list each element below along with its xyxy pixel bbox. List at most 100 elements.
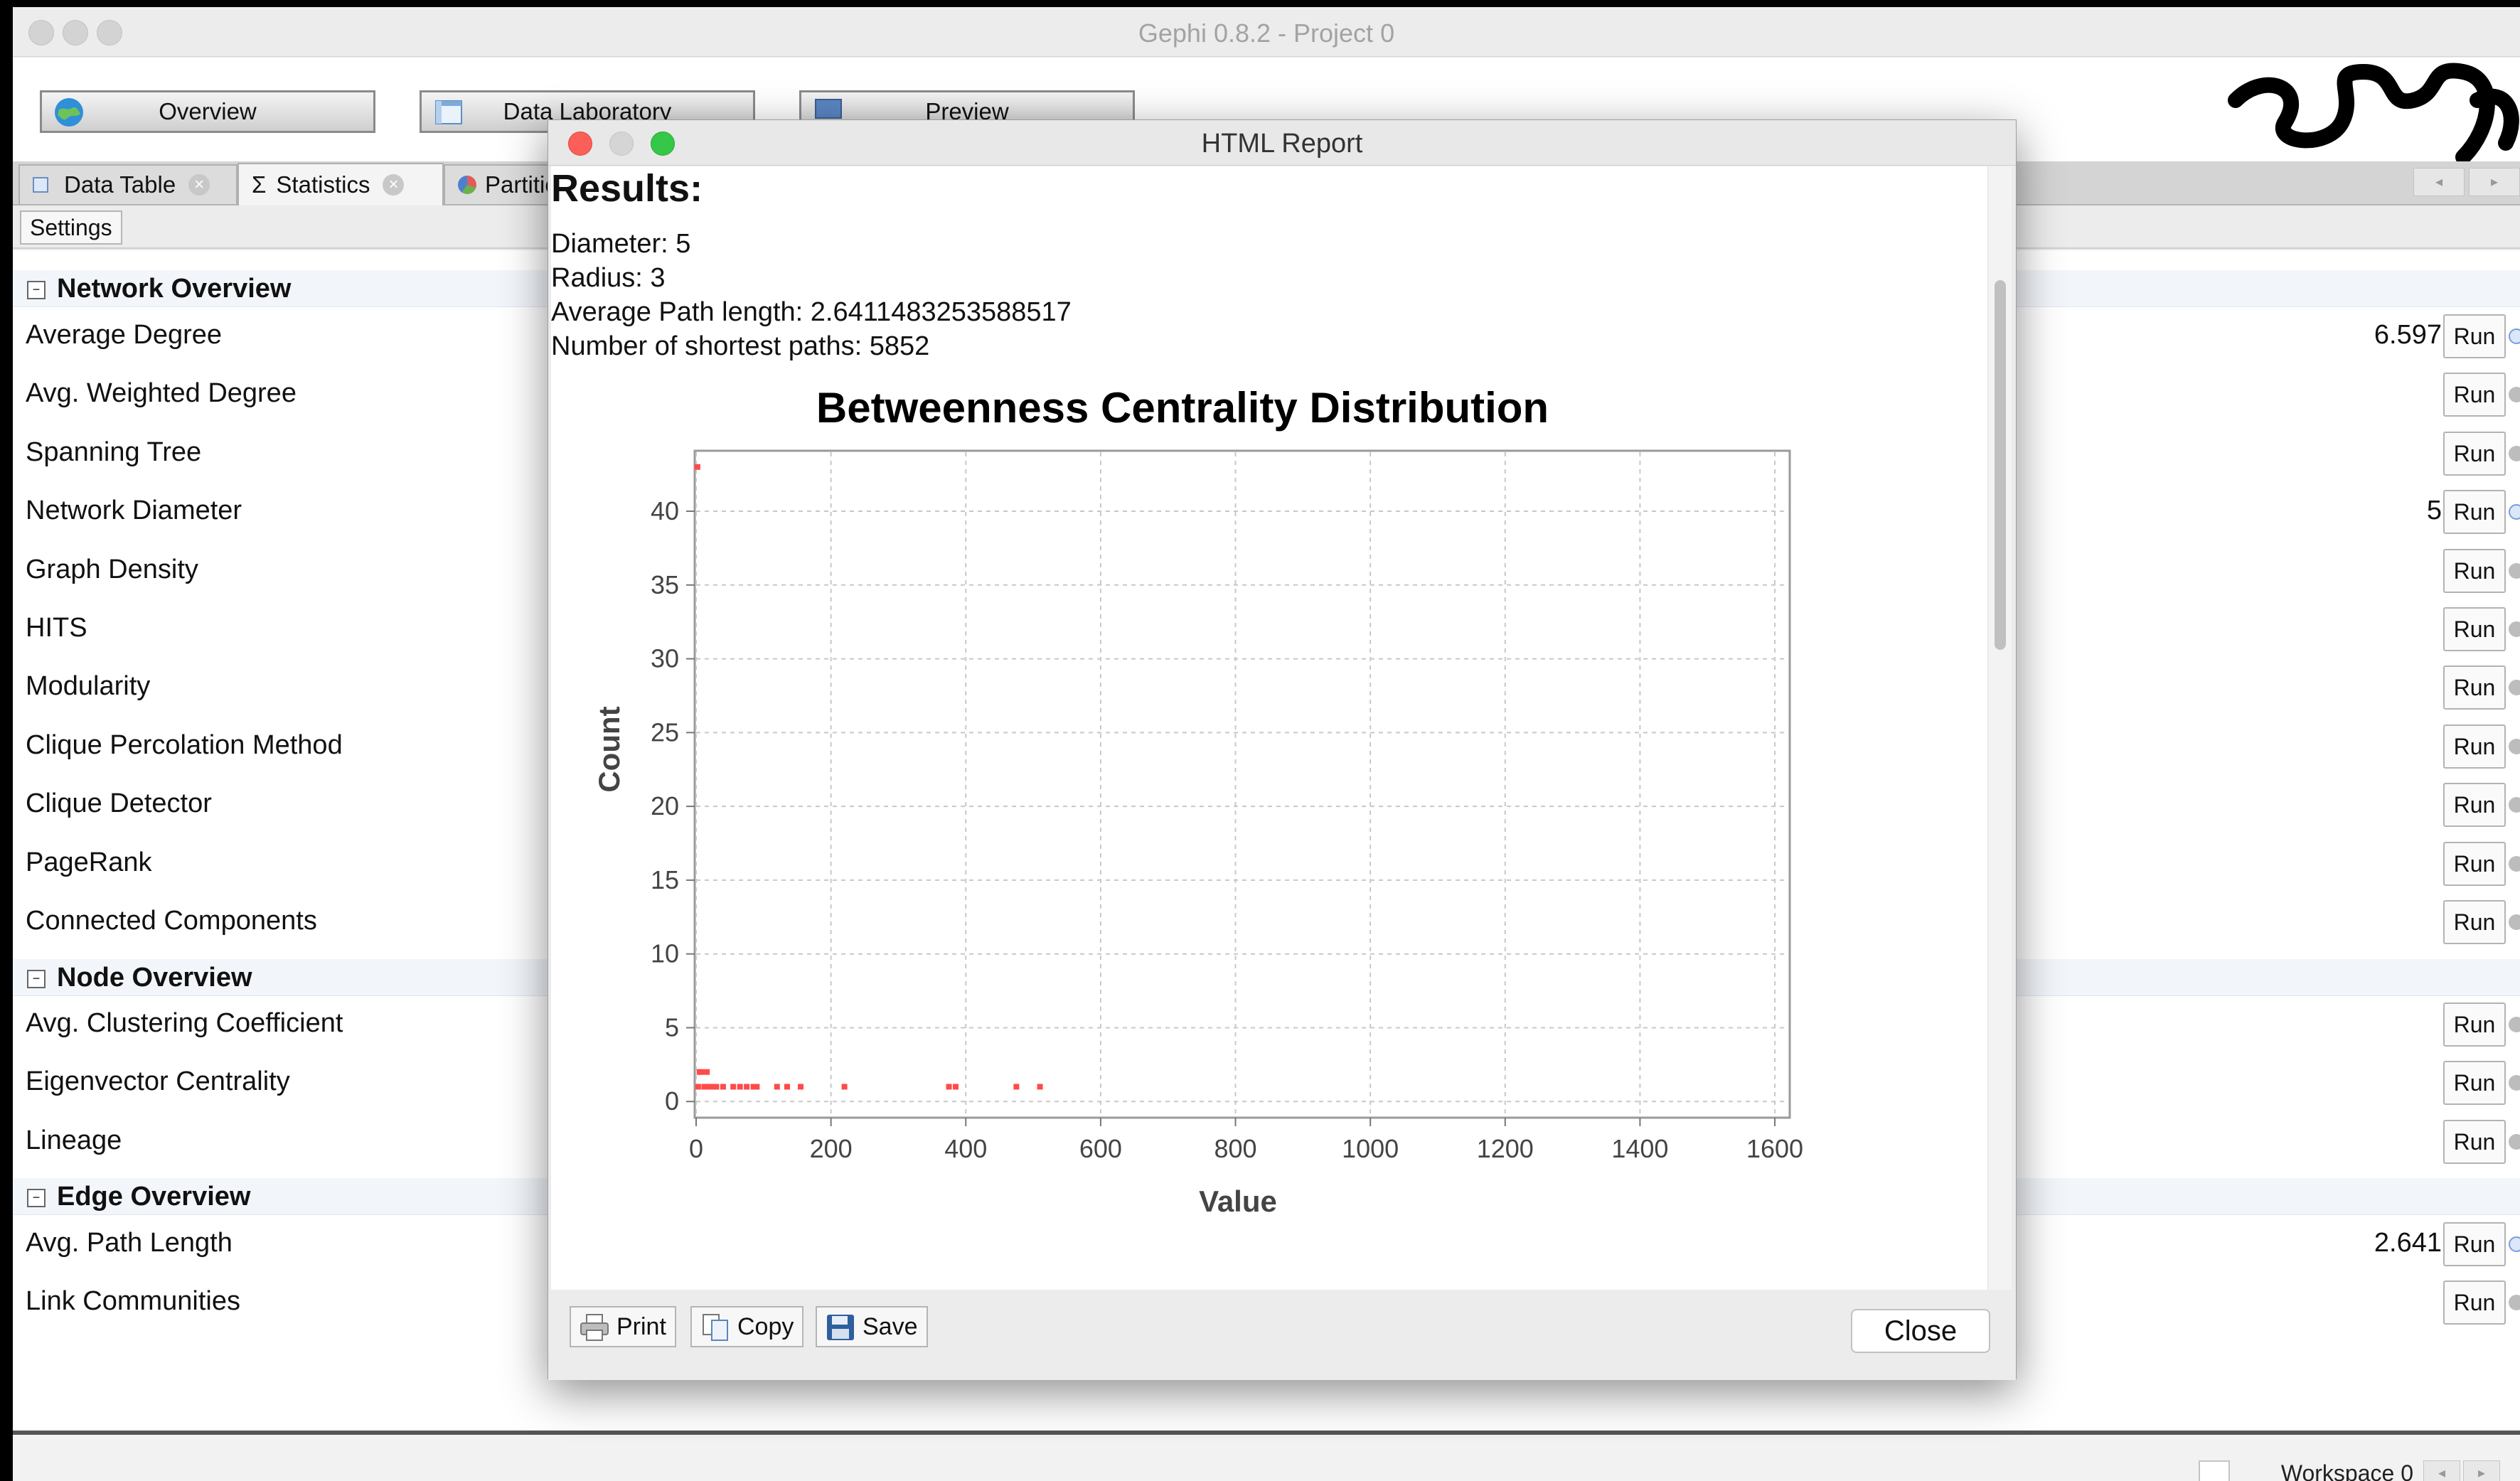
- collapse-icon[interactable]: −: [27, 1188, 46, 1207]
- y-tick-label: 25: [651, 717, 679, 747]
- data-point: [1013, 1084, 1020, 1090]
- run-button[interactable]: Run: [2443, 373, 2506, 417]
- chart-title: Betweenness Centrality Distribution: [816, 384, 1549, 432]
- dialog-title: HTML Report: [1201, 129, 1363, 159]
- statistic-name: HITS: [26, 613, 87, 643]
- status-dot-icon: [2509, 1075, 2520, 1091]
- floppy-disk-icon: [827, 1315, 854, 1340]
- edge-overview-label: Edge Overview: [57, 1182, 251, 1212]
- statistic-value: 6.597: [2374, 320, 2442, 350]
- copy-icon: [703, 1314, 728, 1341]
- data-point: [720, 1084, 726, 1090]
- prev-workspace-icon[interactable]: ◂: [2423, 1460, 2460, 1481]
- print-label: Print: [616, 1312, 666, 1340]
- window-titlebar: Gephi 0.8.2 - Project 0: [13, 7, 2520, 57]
- radius-text: Radius: 3: [551, 263, 666, 293]
- statistic-name: Clique Percolation Method: [26, 729, 343, 760]
- run-button[interactable]: Run: [2443, 1119, 2506, 1164]
- results-heading: Results:: [551, 167, 703, 210]
- run-button[interactable]: Run: [2443, 607, 2506, 651]
- data-point: [754, 1084, 760, 1090]
- scroll-thumb[interactable]: [1995, 280, 2006, 650]
- plot-area: [693, 449, 1791, 1119]
- next-workspace-icon[interactable]: ▸: [2463, 1460, 2500, 1481]
- info-icon[interactable]: [2509, 1236, 2520, 1252]
- x-tick-label: 800: [1214, 1134, 1256, 1163]
- status-bar: Workspace 0 ◂ ▸: [13, 1435, 2520, 1481]
- dialog-button-bar: Print Copy Save Close: [548, 1290, 2016, 1380]
- y-tick-label: 0: [665, 1086, 679, 1116]
- y-tick-label: 30: [651, 644, 679, 673]
- tab-data-table-label: Data Table: [64, 171, 176, 198]
- close-button[interactable]: Close: [1851, 1309, 1990, 1353]
- avg-path-length-text: Average Path length: 2.6411483253588517: [551, 297, 1072, 327]
- data-point: [695, 1084, 701, 1090]
- statistic-name: Graph Density: [26, 554, 198, 584]
- save-button[interactable]: Save: [816, 1306, 928, 1347]
- settings-button[interactable]: Settings: [20, 210, 122, 245]
- data-point: [744, 1084, 750, 1090]
- run-button[interactable]: Run: [2443, 1003, 2506, 1047]
- info-icon[interactable]: [2509, 328, 2520, 344]
- x-tick-label: 1600: [1746, 1134, 1803, 1163]
- print-button[interactable]: Print: [570, 1306, 676, 1347]
- tab-nav-arrows: ◂ ▸: [2413, 168, 2520, 196]
- tab-data-table[interactable]: Data Table ×: [18, 164, 237, 204]
- data-point: [841, 1084, 848, 1090]
- right-arrow-icon[interactable]: ▸: [2469, 168, 2520, 196]
- statistic-name: Average Degree: [26, 320, 223, 350]
- left-arrow-icon[interactable]: ◂: [2413, 168, 2465, 196]
- run-button[interactable]: Run: [2443, 900, 2506, 944]
- close-tab-icon[interactable]: ×: [383, 174, 405, 196]
- diameter-text: Diameter: 5: [551, 229, 691, 259]
- workspace-label[interactable]: Workspace 0: [2281, 1460, 2413, 1481]
- info-icon[interactable]: [2509, 504, 2520, 520]
- data-point: [713, 1084, 720, 1090]
- status-dot-icon: [2509, 855, 2520, 872]
- copy-button[interactable]: Copy: [690, 1306, 804, 1347]
- statistic-name: Eigenvector Centrality: [26, 1066, 290, 1097]
- y-tick-label: 5: [665, 1012, 679, 1042]
- workspace-arrows: ◂ ▸: [2423, 1460, 2500, 1481]
- collapse-icon[interactable]: −: [27, 280, 46, 299]
- run-button[interactable]: Run: [2443, 314, 2506, 358]
- close-tab-icon[interactable]: ×: [188, 174, 210, 196]
- data-point: [784, 1084, 790, 1090]
- statistic-value: 2.641: [2374, 1228, 2442, 1258]
- pie-icon: [458, 176, 476, 194]
- run-button[interactable]: Run: [2443, 1280, 2506, 1325]
- gephi-logo: [2228, 63, 2519, 161]
- copy-label: Copy: [737, 1312, 794, 1340]
- statistic-name: PageRank: [26, 847, 152, 877]
- run-button[interactable]: Run: [2443, 1222, 2506, 1266]
- tab-partition[interactable]: Partitio: [444, 164, 565, 204]
- status-dot-icon: [2509, 387, 2520, 403]
- run-button[interactable]: Run: [2443, 431, 2506, 476]
- status-dot-icon: [2509, 1133, 2520, 1150]
- overview-button[interactable]: Overview: [40, 90, 375, 133]
- status-dot-icon: [2509, 445, 2520, 461]
- run-button[interactable]: Run: [2443, 724, 2506, 769]
- run-button[interactable]: Run: [2443, 490, 2506, 535]
- tab-statistics[interactable]: Σ Statistics ×: [237, 163, 444, 205]
- report-scrollbar[interactable]: [1987, 166, 2012, 1290]
- shortest-paths-text: Number of shortest paths: 5852: [551, 331, 930, 361]
- collapse-icon[interactable]: −: [27, 969, 46, 988]
- run-button[interactable]: Run: [2443, 841, 2506, 886]
- run-button[interactable]: Run: [2443, 1061, 2506, 1106]
- x-tick-label: 1400: [1611, 1134, 1668, 1163]
- statistic-name: Modularity: [26, 671, 151, 702]
- statistic-name: Avg. Clustering Coefficient: [26, 1008, 343, 1038]
- run-button[interactable]: Run: [2443, 783, 2506, 828]
- data-point: [730, 1084, 737, 1090]
- run-button[interactable]: Run: [2443, 665, 2506, 710]
- run-button[interactable]: Run: [2443, 548, 2506, 593]
- status-dot-icon: [2509, 738, 2520, 754]
- data-point: [774, 1084, 780, 1090]
- statistic-name: Avg. Weighted Degree: [26, 378, 297, 409]
- statistic-name: Clique Detector: [26, 788, 212, 819]
- x-tick-label: 600: [1079, 1134, 1122, 1163]
- y-tick-label: 20: [651, 791, 679, 820]
- x-axis-label: Value: [1199, 1185, 1277, 1218]
- data-point: [953, 1084, 959, 1090]
